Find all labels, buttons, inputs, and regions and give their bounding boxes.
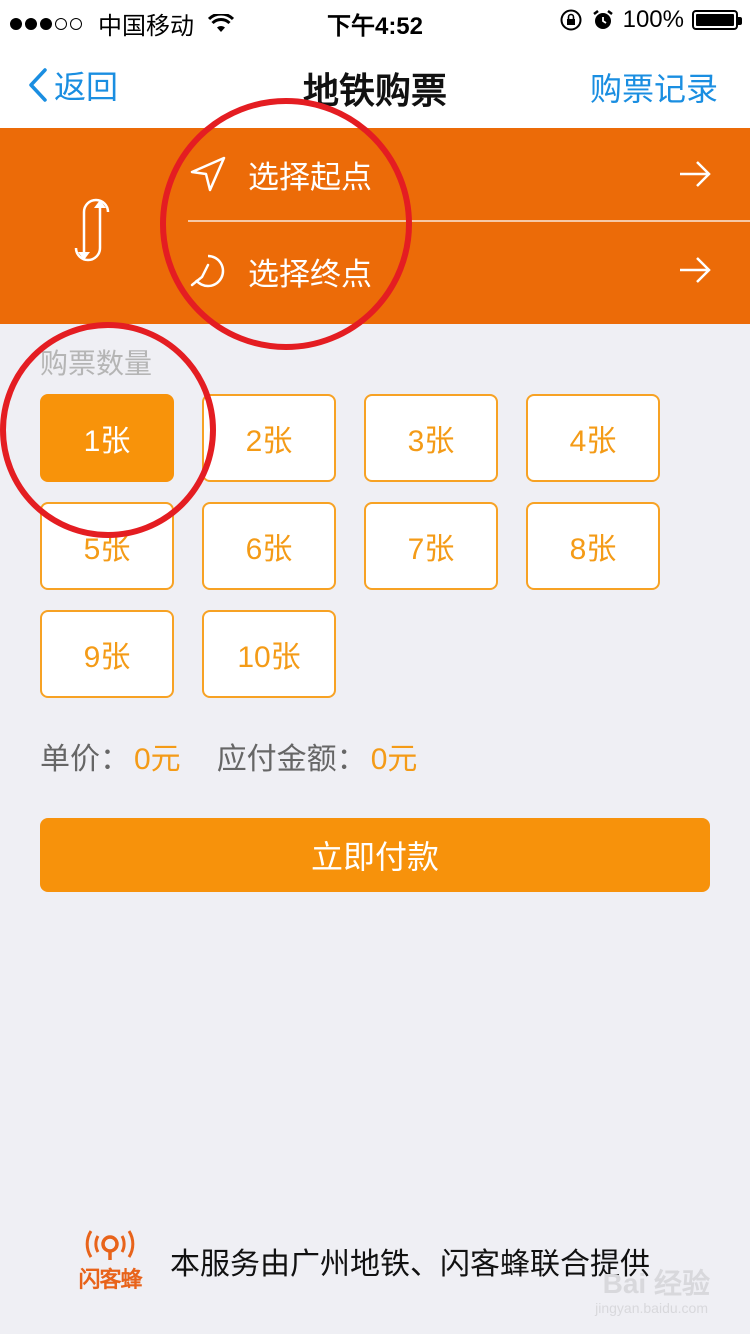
destination-icon [188,251,228,291]
swap-stations-icon[interactable] [62,194,122,266]
arrow-right-icon [680,161,711,187]
unit-price-value: 0元 [134,743,181,776]
quantity-label: 购票数量 [40,348,153,379]
quantity-option-1[interactable]: 1张 [40,394,174,482]
nav-bar: 返回 地铁购票 购票记录 [0,40,750,128]
footer: 闪客蜂 本服务由广州地铁、闪客蜂联合提供 [68,1228,650,1294]
unit-price-label: 单价： [40,743,130,776]
quantity-option-2[interactable]: 2张 [202,394,336,482]
price-summary: 单价： 0元 应付金额： 0元 [40,734,417,778]
quantity-option-9[interactable]: 9张 [40,610,174,698]
status-bar: 中国移动 下午4:52 100% [0,0,750,40]
station-selector: 选择起点 选择终点 [0,128,750,324]
status-right: 100% [559,6,742,34]
battery-icon [692,10,742,30]
battery-percent: 100% [622,6,684,33]
quantity-option-7[interactable]: 7张 [364,502,498,590]
quantity-option-5[interactable]: 5张 [40,502,174,590]
total-amount-label: 应付金额： [216,743,367,776]
end-station-label: 选择终点 [248,256,372,292]
navigation-arrow-icon [188,154,228,194]
quantity-option-4[interactable]: 4张 [526,394,660,482]
pay-now-button[interactable]: 立即付款 [40,818,710,892]
arrow-right-icon [680,257,711,283]
alarm-icon [592,10,613,29]
baidu-watermark: Bai 经验 [602,1268,710,1299]
select-end-station[interactable]: 选择终点 [188,224,750,318]
start-station-label: 选择起点 [248,159,372,195]
quantity-option-3[interactable]: 3张 [364,394,498,482]
shankefeng-logo: 闪客蜂 [68,1228,152,1294]
select-start-station[interactable]: 选择起点 [188,128,750,222]
total-amount-value: 0元 [370,743,418,776]
footer-credit: 本服务由广州地铁、闪客蜂联合提供 [170,1248,650,1281]
purchase-history-link[interactable]: 购票记录 [590,64,718,110]
quantity-option-6[interactable]: 6张 [202,502,336,590]
logo-text: 闪客蜂 [78,1267,142,1292]
orientation-lock-icon [560,9,582,31]
quantity-option-8[interactable]: 8张 [526,502,660,590]
baidu-watermark-url: jingyan.baidu.com [595,1300,708,1316]
quantity-option-10[interactable]: 10张 [202,610,336,698]
